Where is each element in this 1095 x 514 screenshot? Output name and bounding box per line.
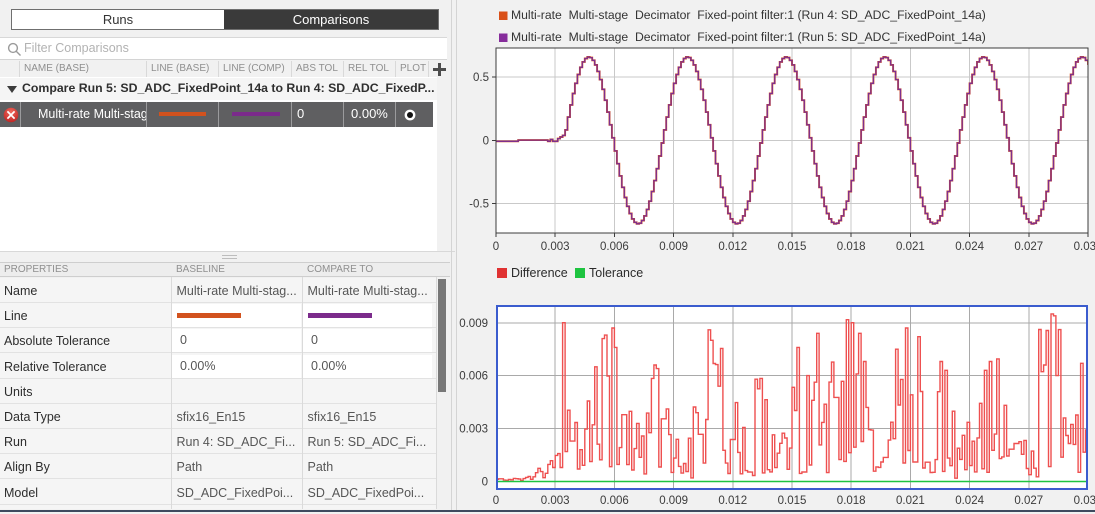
svg-text:0.015: 0.015 (778, 241, 807, 253)
svg-text:0.009: 0.009 (659, 241, 688, 253)
svg-text:0.018: 0.018 (837, 241, 866, 253)
svg-text:0: 0 (482, 477, 488, 489)
svg-text:0: 0 (483, 135, 489, 147)
svg-text:0.027: 0.027 (1014, 241, 1043, 253)
svg-text:0: 0 (493, 495, 499, 507)
svg-text:Multi-rate Multi-stage Decim: Multi-rate Multi-stage Decimator Fixed-p… (511, 30, 986, 44)
svg-text:Tolerance: Tolerance (589, 266, 643, 280)
svg-text:0.006: 0.006 (600, 241, 629, 253)
svg-text:0.012: 0.012 (718, 241, 747, 253)
svg-text:0.027: 0.027 (1014, 495, 1043, 507)
svg-text:0.5: 0.5 (473, 72, 489, 84)
svg-text:0.021: 0.021 (896, 241, 925, 253)
svg-text:0.003: 0.003 (541, 241, 570, 253)
svg-text:0.030: 0.030 (1074, 241, 1095, 253)
svg-text:0.024: 0.024 (955, 241, 984, 253)
svg-text:0.012: 0.012 (718, 495, 747, 507)
svg-text:Multi-rate Multi-stage Decim: Multi-rate Multi-stage Decimator Fixed-p… (511, 8, 986, 22)
svg-text:0.018: 0.018 (837, 495, 866, 507)
svg-text:Difference: Difference (511, 266, 568, 280)
svg-text:-0.5: -0.5 (469, 199, 489, 211)
svg-text:0: 0 (493, 241, 499, 253)
svg-text:0.015: 0.015 (778, 495, 807, 507)
svg-text:0.030: 0.030 (1074, 495, 1095, 507)
svg-text:0.006: 0.006 (600, 495, 629, 507)
svg-text:0.003: 0.003 (459, 424, 488, 436)
svg-text:0.021: 0.021 (896, 495, 925, 507)
svg-text:0.003: 0.003 (541, 495, 570, 507)
svg-text:0.024: 0.024 (955, 495, 984, 507)
svg-text:0.006: 0.006 (459, 371, 488, 383)
svg-text:0.009: 0.009 (459, 318, 488, 330)
svg-text:0.009: 0.009 (659, 495, 688, 507)
